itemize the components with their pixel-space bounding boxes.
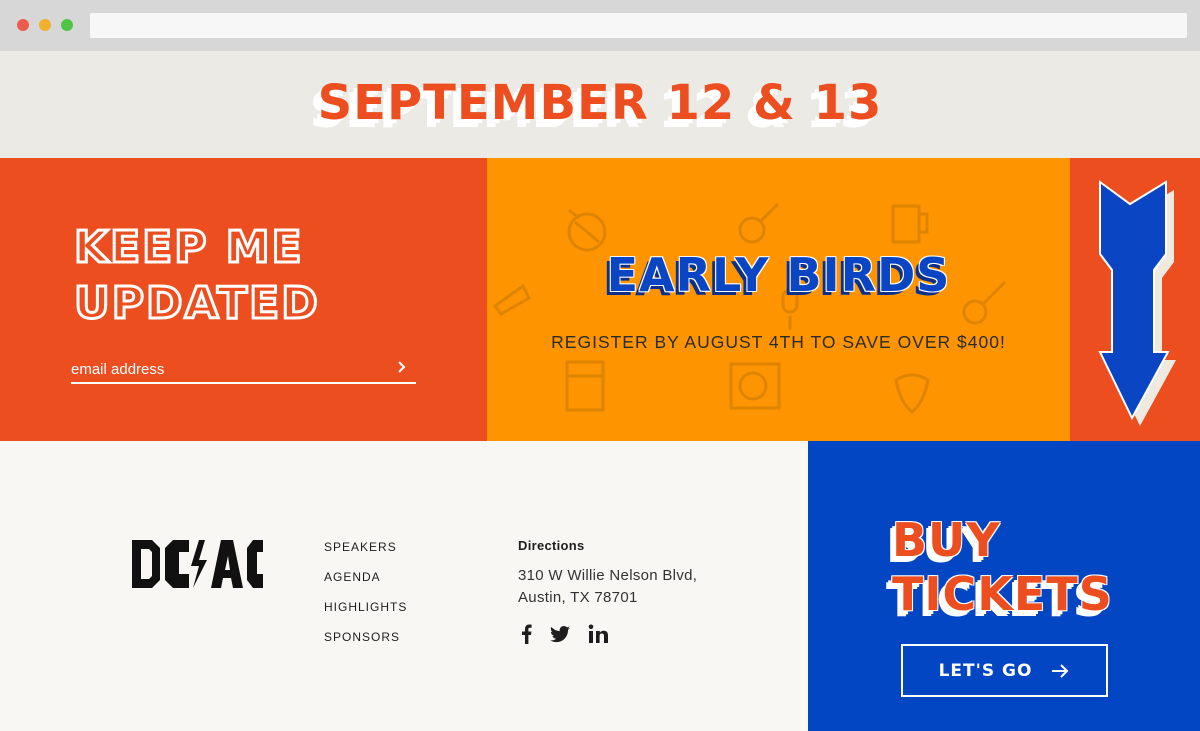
facebook-icon: [522, 624, 532, 644]
arrow-panel: [1070, 158, 1200, 441]
directions-heading: Directions: [518, 538, 585, 553]
event-date: SEPTEMBER 12 & 13: [317, 75, 883, 131]
minimize-window-button[interactable]: [39, 19, 51, 31]
nav-link-highlights[interactable]: HIGHLIGHTS: [324, 600, 407, 614]
lets-go-button[interactable]: LET'S GO: [901, 644, 1108, 697]
buy-tickets-panel: BUY TICKETS LET'S GO: [808, 441, 1200, 731]
close-window-button[interactable]: [17, 19, 29, 31]
newsletter-title-line1: KEEP ME: [73, 221, 304, 275]
twitter-icon: [550, 626, 570, 643]
address-bar[interactable]: [90, 13, 1187, 38]
turntable-icon: [729, 362, 781, 410]
nav-link-speakers[interactable]: SPEAKERS: [324, 540, 397, 554]
newsletter-title: KEEP ME UPDATED: [73, 220, 434, 332]
linkedin-link[interactable]: [587, 623, 609, 645]
early-birds-promo: EARLY BIRDS REGISTER BY AUGUST 4TH TO SA…: [487, 158, 1070, 441]
arrow-right-icon: [1052, 663, 1069, 678]
guitar-icon: [738, 202, 780, 244]
early-birds-title: EARLY BIRDS: [606, 248, 951, 302]
maximize-window-button[interactable]: [61, 19, 73, 31]
beer-mug-icon: [891, 204, 929, 244]
address-line-1: 310 W Willie Nelson Blvd,: [518, 567, 698, 584]
buy-tickets-title-line2: TICKETS: [892, 567, 1113, 621]
buy-tickets-title-line1: BUY: [892, 513, 1001, 567]
nav-link-sponsors[interactable]: SPONSORS: [324, 630, 400, 644]
dcac-logo: [132, 540, 263, 588]
early-birds-subtitle: REGISTER BY AUGUST 4TH TO SAVE OVER $400…: [551, 332, 1006, 352]
twitter-link[interactable]: [549, 623, 571, 645]
email-input[interactable]: [71, 356, 381, 382]
browser-chrome: [0, 0, 1200, 51]
chevron-right-icon: [398, 360, 406, 373]
down-arrow-icon: [1098, 180, 1176, 426]
email-submit-button[interactable]: [392, 356, 412, 380]
nav-link-agenda[interactable]: AGENDA: [324, 570, 381, 584]
address-line-2: Austin, TX 78701: [518, 589, 638, 606]
email-field-wrapper: [71, 356, 416, 384]
amplifier-icon: [565, 360, 605, 412]
lets-go-label: LET'S GO: [938, 660, 1033, 681]
newsletter-title-line2: UPDATED: [73, 277, 320, 331]
buy-tickets-title: BUY TICKETS: [892, 513, 1192, 621]
facebook-link[interactable]: [516, 623, 538, 645]
footer: SPEAKERS AGENDA HIGHLIGHTS SPONSORS Dire…: [0, 441, 808, 731]
date-banner: SEPTEMBER 12 & 13: [0, 51, 1200, 158]
guitar-pick-icon: [894, 373, 930, 414]
newsletter-signup: KEEP ME UPDATED: [0, 158, 487, 441]
linkedin-icon: [588, 624, 608, 643]
